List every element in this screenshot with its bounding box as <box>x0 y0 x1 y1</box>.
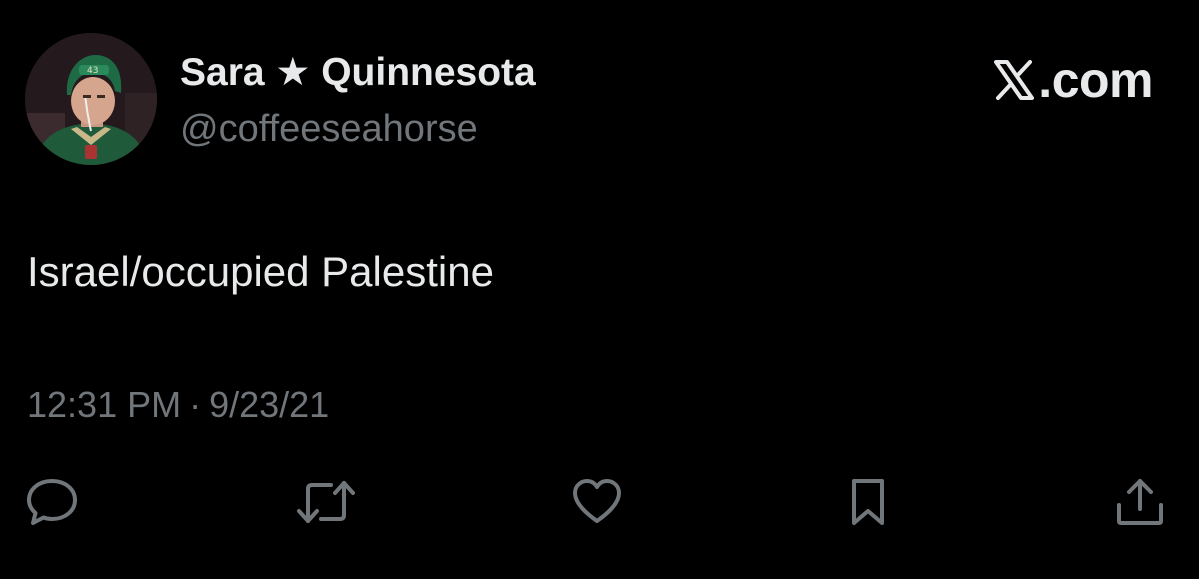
share-button[interactable] <box>1108 470 1172 534</box>
tweet-text: Israel/occupied Palestine <box>27 248 494 295</box>
avatar[interactable]: 43 <box>25 33 157 165</box>
heart-icon <box>569 477 625 527</box>
like-button[interactable] <box>565 470 629 534</box>
reply-icon <box>25 477 79 527</box>
tweet-date: 9/23/21 <box>209 384 330 425</box>
tweet-card: 43 Sara ★ Quinnesota @coffeeseahorse .co… <box>0 0 1199 579</box>
tweet-actions <box>0 470 1199 534</box>
bookmark-icon <box>846 477 890 527</box>
tweet-time: 12:31 PM <box>27 384 182 425</box>
retweet-icon <box>295 477 357 527</box>
bookmark-button[interactable] <box>836 470 900 534</box>
retweet-button[interactable] <box>294 470 358 534</box>
svg-text:43: 43 <box>87 66 98 76</box>
x-logo-icon <box>992 58 1036 102</box>
brand-watermark: .com <box>992 52 1153 108</box>
meta-separator: · <box>189 384 202 425</box>
hockey-player-avatar-image: 43 <box>25 33 157 165</box>
brand-text: .com <box>1038 52 1153 108</box>
display-name[interactable]: Sara ★ Quinnesota <box>180 50 536 96</box>
handle[interactable]: @coffeeseahorse <box>180 107 478 151</box>
reply-button[interactable] <box>20 470 84 534</box>
tweet-timestamp[interactable]: 12:31 PM · 9/23/21 <box>27 383 329 427</box>
share-icon <box>1113 475 1167 529</box>
